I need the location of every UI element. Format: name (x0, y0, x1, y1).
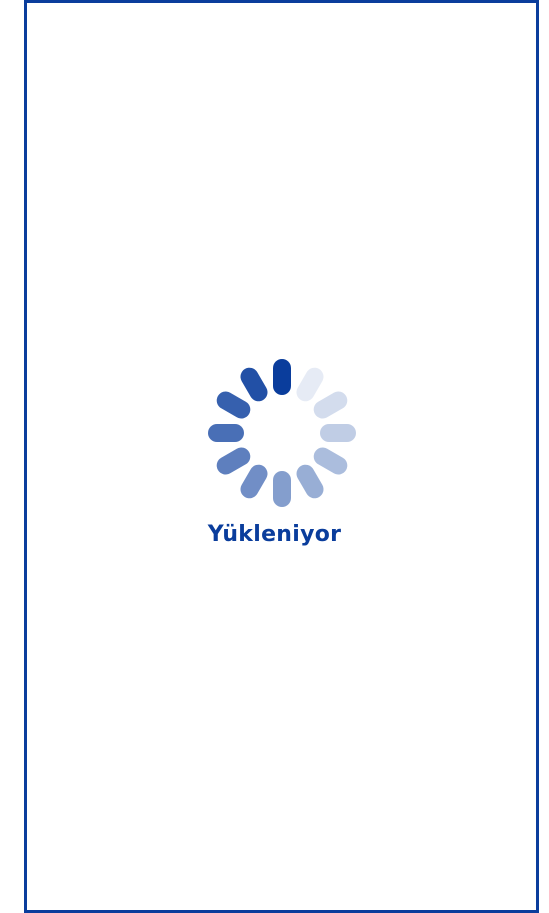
loading-spinner-icon (208, 359, 356, 507)
loading-label: Yükleniyor (207, 522, 342, 547)
spinner-segment (296, 464, 324, 499)
spinner-segment (240, 464, 268, 499)
spinner-segment (273, 359, 291, 395)
spinner-segment (296, 367, 324, 402)
spinner-segment (313, 447, 348, 475)
spinner-segment (313, 391, 348, 419)
spinner-segment (216, 447, 251, 475)
spinner-segment (273, 471, 291, 507)
spinner-segment (208, 424, 244, 442)
spinner-segment (240, 367, 268, 402)
spinner-segment (216, 391, 251, 419)
spinner-segment (320, 424, 356, 442)
